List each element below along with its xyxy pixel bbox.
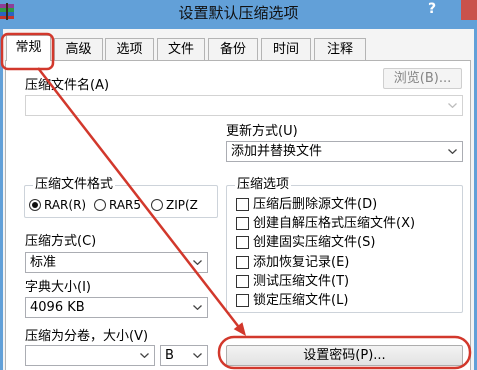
chevron-down-icon: [448, 103, 457, 108]
tab-options[interactable]: 选项: [105, 38, 154, 60]
chevron-down-icon: [193, 305, 202, 310]
title-bar: 设置默认压缩选项 ?: [0, 0, 477, 29]
close-button[interactable]: [461, 0, 477, 20]
set-password-button[interactable]: 设置密码(P)...: [226, 345, 463, 366]
archive-name-label: 压缩文件名(A): [25, 78, 110, 93]
dictionary-size-select[interactable]: 4096 KB: [25, 297, 208, 318]
update-mode-value: 添加并替换文件: [231, 144, 323, 159]
radio-label-zip: ZIP(Z: [166, 198, 198, 212]
window-frame-left: [0, 29, 3, 370]
radio-circle: [29, 199, 41, 211]
checkbox-recovery-record[interactable]: 添加恢复记录(E): [236, 255, 456, 270]
compression-method-label: 压缩方式(C): [25, 234, 97, 249]
checkbox-label: 添加恢复记录(E): [253, 255, 350, 270]
split-volumes-label: 压缩为分卷，大小(V): [25, 329, 149, 344]
checkbox-label: 锁定压缩文件(L): [253, 293, 349, 308]
checkbox-square: [236, 275, 249, 288]
split-volume-unit-value: B: [165, 348, 174, 363]
help-icon: ?: [427, 1, 437, 17]
checkbox-delete-after[interactable]: 压缩后删除源文件(D): [236, 197, 456, 212]
tab-general[interactable]: 常规: [6, 35, 51, 61]
split-volume-size-combo[interactable]: [25, 345, 155, 366]
tab-files[interactable]: 文件: [157, 38, 205, 60]
window-title: 设置默认压缩选项: [178, 4, 299, 22]
archive-name-combo[interactable]: [25, 95, 463, 116]
checkbox-square: [236, 294, 249, 307]
checkbox-square: [236, 256, 249, 269]
tab-comment[interactable]: 注释: [314, 38, 366, 60]
compression-method-select[interactable]: 标准: [25, 252, 208, 273]
chevron-down-icon: [193, 353, 202, 358]
checkbox-label: 创建自解压格式压缩文件(X): [253, 216, 416, 231]
tab-advanced[interactable]: 高级: [54, 38, 103, 60]
update-mode-select[interactable]: 添加并替换文件: [226, 141, 463, 162]
radio-circle: [94, 199, 106, 211]
dictionary-size-label: 字典大小(I): [25, 280, 91, 295]
radio-format-rar[interactable]: RAR(R): [29, 198, 89, 212]
checkbox-label: 创建固实压缩文件(S): [253, 235, 376, 250]
chevron-down-icon: [448, 149, 457, 154]
checkbox-solid[interactable]: 创建固实压缩文件(S): [236, 235, 456, 250]
radio-label-rar5: RAR5: [109, 198, 142, 212]
update-mode-label: 更新方式(U): [226, 124, 298, 139]
chevron-down-icon: [193, 260, 202, 265]
archive-format-title: 压缩文件格式: [33, 177, 116, 193]
checkbox-test-archive[interactable]: 测试压缩文件(T): [236, 274, 456, 289]
checkbox-label: 测试压缩文件(T): [253, 274, 350, 289]
checkbox-lock-archive[interactable]: 锁定压缩文件(L): [236, 293, 456, 308]
tab-time[interactable]: 时间: [261, 38, 311, 60]
compression-method-value: 标准: [30, 255, 57, 270]
archive-options-title: 压缩选项: [235, 177, 292, 193]
radio-label-rar: RAR(R): [44, 198, 87, 212]
split-volume-unit-select[interactable]: B: [160, 345, 208, 366]
dictionary-size-value: 4096 KB: [30, 300, 85, 315]
help-button[interactable]: ?: [421, 0, 443, 20]
radio-circle: [151, 199, 163, 211]
checkbox-sfx[interactable]: 创建自解压格式压缩文件(X): [236, 216, 456, 231]
radio-dot: [32, 202, 38, 208]
tab-backup[interactable]: 备份: [208, 38, 258, 60]
browse-button[interactable]: 浏览(B)...: [383, 68, 462, 89]
checkbox-square: [236, 198, 249, 211]
checkbox-label: 压缩后删除源文件(D): [253, 197, 378, 212]
radio-format-rar5[interactable]: RAR5: [94, 198, 154, 212]
radio-format-zip[interactable]: ZIP(Z: [151, 198, 211, 212]
chevron-down-icon: [140, 353, 149, 358]
checkbox-square: [236, 236, 249, 249]
tab-page-general: 压缩文件名(A) 浏览(B)... 更新方式(U) 添加并替换文件 压缩文件格式…: [5, 60, 471, 370]
checkbox-square: [236, 217, 249, 230]
archive-format-group: 压缩文件格式 RAR(R) RAR5 ZIP(Z: [24, 177, 218, 218]
archive-options-group: 压缩选项 压缩后删除源文件(D) 创建自解压格式压缩文件(X) 创建固实压缩文件…: [226, 177, 463, 313]
